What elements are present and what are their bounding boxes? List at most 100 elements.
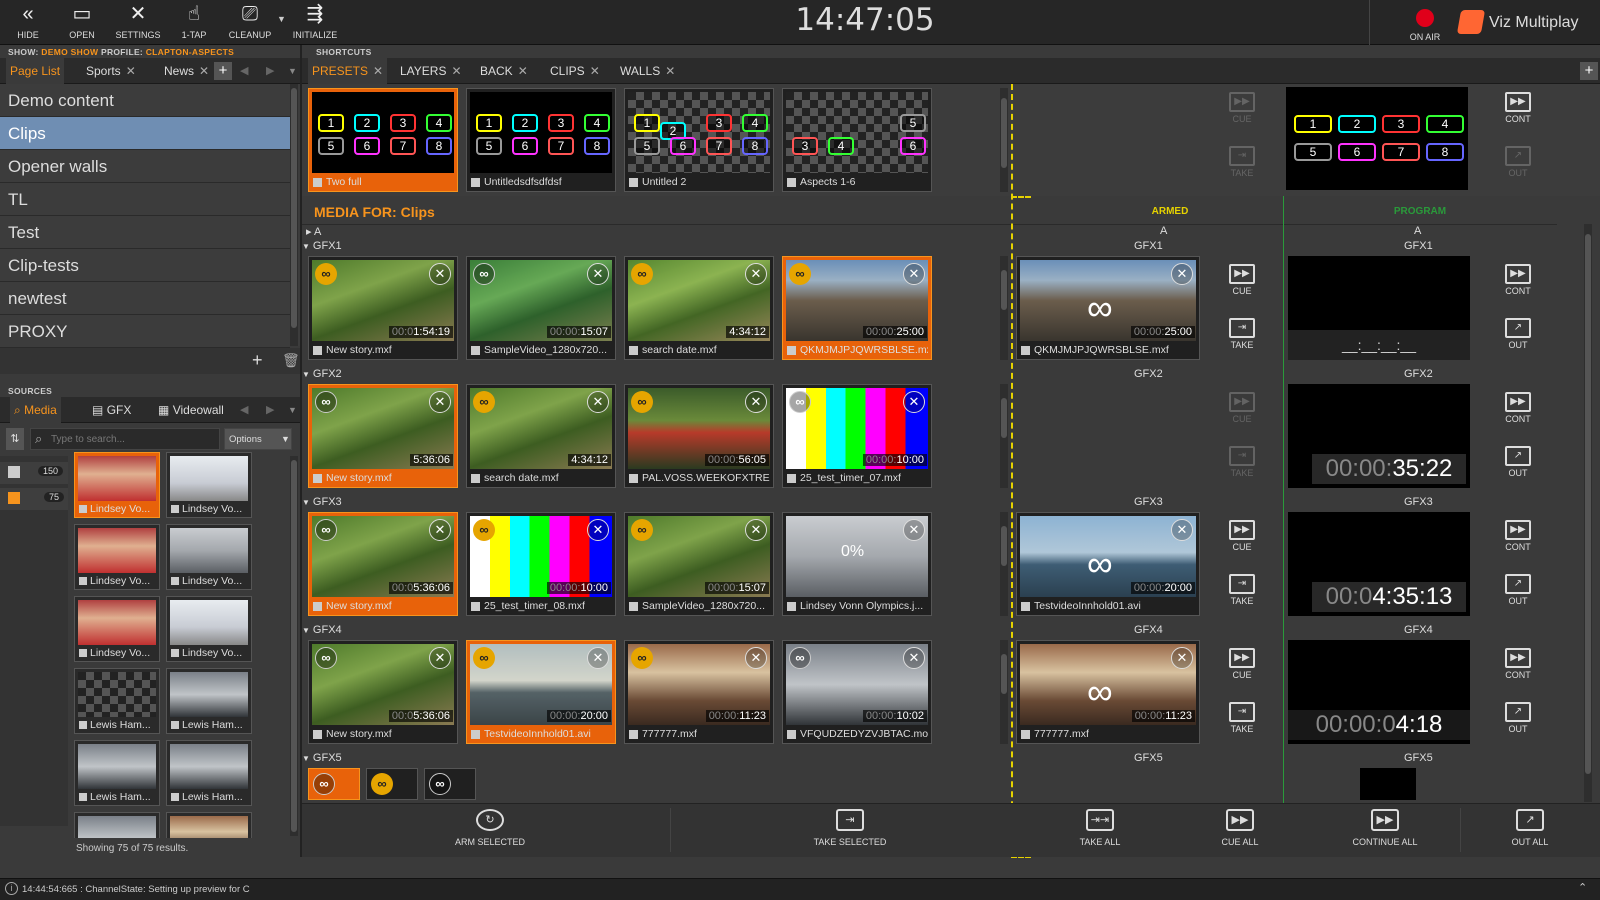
close-icon[interactable]: ✕	[126, 64, 136, 78]
one-tap-button[interactable]: ☝ 1-TAP	[166, 0, 222, 45]
clip-thumb[interactable]: ∞ ✕ 4:34:12 search date.mxf	[624, 256, 774, 360]
loop-icon[interactable]: ∞	[473, 391, 495, 413]
tab-sports[interactable]: Sports ✕	[82, 58, 140, 84]
source-item[interactable]	[74, 812, 160, 838]
continue-all-button[interactable]: ▶▶ CONTINUE ALL	[1325, 803, 1445, 857]
gfx4-take-button[interactable]: ⇥ TAKE	[1214, 702, 1270, 734]
source-item[interactable]	[166, 812, 252, 838]
add-shortcut-tab-button[interactable]: +	[1580, 62, 1598, 80]
group-header-gfx3[interactable]: ▼ GFX3 GFX3 GFX3	[302, 494, 1557, 510]
loop-icon[interactable]: ∞	[315, 391, 337, 413]
close-icon[interactable]: ✕	[451, 64, 461, 78]
clip-thumb[interactable]: ∞ ✕ 00:00:11:23 777777.mxf	[624, 640, 774, 744]
clip-thumb[interactable]: ∞ ✕ 00:00:10:00 25_test_timer_08.mxf	[466, 512, 616, 616]
tab-gfx[interactable]: ▤ GFX	[88, 397, 135, 423]
on-air-indicator[interactable]: ON AIR	[1398, 0, 1452, 45]
loop-icon[interactable]: ∞	[473, 263, 495, 285]
initialize-button[interactable]: ⇶ INITIALIZE	[287, 0, 343, 45]
preset-out-button[interactable]: ↗ OUT	[1490, 146, 1546, 178]
loop-icon[interactable]: ∞	[631, 647, 653, 669]
group-header-gfx1[interactable]: ▼ GFX1 GFX1 GFX1	[302, 238, 1557, 254]
close-icon[interactable]: ✕	[587, 391, 609, 413]
tab-page-list[interactable]: Page List	[6, 58, 65, 84]
source-item[interactable]: Lindsey Vo...	[74, 452, 160, 518]
source-item[interactable]: Lewis Ham...	[74, 668, 160, 734]
clip-thumb[interactable]: ∞ ✕ 00:01:54:19 New story.mxf	[308, 256, 458, 360]
close-icon[interactable]: ✕	[590, 64, 600, 78]
media-scrollbar[interactable]	[1584, 224, 1592, 802]
search-input[interactable]: ⌕ Type to search...	[30, 428, 220, 450]
tab-layers[interactable]: LAYERS ✕	[396, 58, 466, 84]
close-icon[interactable]: ✕	[1171, 519, 1193, 541]
close-icon[interactable]: ✕	[587, 647, 609, 669]
close-icon[interactable]: ✕	[903, 647, 925, 669]
source-item[interactable]: Lindsey Vo...	[74, 524, 160, 590]
preset-take-button[interactable]: ⇥ TAKE	[1214, 146, 1270, 178]
open-button[interactable]: ▭ OPEN	[54, 0, 110, 45]
clip-thumb[interactable]: ∞ ✕ 00:00:15:07 SampleVideo_1280x720...	[466, 256, 616, 360]
armed-clip[interactable]: ∞ ✕ 00:00:25:00 QKMJMJPJQWRSBLSE.mxf	[1016, 256, 1200, 360]
gfx1-out-button[interactable]: ↗ OUT	[1490, 318, 1546, 350]
clip-thumb[interactable]: ∞ ✕ 00:05:36:06 New story.mxf	[308, 640, 458, 744]
gfx3-cue-button[interactable]: ▶▶ CUE	[1214, 520, 1270, 552]
pagelist-item-newtest[interactable]: newtest	[0, 282, 290, 315]
close-icon[interactable]: ✕	[518, 64, 528, 78]
presets-scrollbar[interactable]	[1000, 88, 1008, 192]
armed-clip[interactable]: ∞ ✕ 00:00:11:23 777777.mxf	[1016, 640, 1200, 744]
loop-icon[interactable]: ∞	[315, 647, 337, 669]
pagelist-item-proxy[interactable]: PROXY	[0, 315, 290, 348]
gfx1-cue-button[interactable]: ▶▶ CUE	[1214, 264, 1270, 296]
arm-selected-button[interactable]: ↻ ARM SELECTED	[440, 803, 540, 857]
source-item[interactable]: Lindsey Vo...	[166, 452, 252, 518]
close-icon[interactable]: ✕	[429, 519, 451, 541]
source-item[interactable]: Lindsey Vo...	[74, 596, 160, 662]
loop-icon[interactable]: ∞	[631, 263, 653, 285]
gfx2-cont-button[interactable]: ▶▶ CONT	[1490, 392, 1546, 424]
close-icon[interactable]: ✕	[745, 391, 767, 413]
add-page-button[interactable]: +	[252, 350, 263, 371]
clip-thumb[interactable]: ∞ ✕ 5:36:06 New story.mxf	[308, 384, 458, 488]
clip-thumb[interactable]: ∞	[424, 768, 476, 800]
loop-icon[interactable]: ∞	[789, 647, 811, 669]
chevron-down-icon[interactable]: ▼	[288, 66, 297, 76]
options-select[interactable]: Options ▼	[224, 428, 292, 450]
preset-two-full[interactable]: 1 2 3 4 5 6 7 8 Two full	[308, 88, 458, 192]
gfx1-cont-button[interactable]: ▶▶ CONT	[1490, 264, 1546, 296]
source-item[interactable]: Lewis Ham...	[166, 668, 252, 734]
close-icon[interactable]: ✕	[587, 263, 609, 285]
close-icon[interactable]: ✕	[665, 64, 675, 78]
preset-aspects[interactable]: 5 3 4 6 Aspects 1-6	[782, 88, 932, 192]
scroll-left-icon[interactable]: ◀	[240, 403, 248, 416]
gfx2-cue-button[interactable]: ▶▶ CUE	[1214, 392, 1270, 424]
pagelist-scrollbar[interactable]	[290, 84, 298, 346]
source-item[interactable]: Lewis Ham...	[74, 740, 160, 806]
loop-icon[interactable]: ∞	[789, 391, 811, 413]
close-icon[interactable]: ✕	[429, 391, 451, 413]
tab-back[interactable]: BACK ✕	[476, 58, 532, 84]
pagelist-item-demo-content[interactable]: Demo content	[0, 84, 290, 117]
preset-cue-button[interactable]: ▶▶ CUE	[1214, 92, 1270, 124]
gfx2-take-button[interactable]: ⇥ TAKE	[1214, 446, 1270, 478]
gfx3-out-button[interactable]: ↗ OUT	[1490, 574, 1546, 606]
close-icon[interactable]: ✕	[903, 391, 925, 413]
close-icon[interactable]: ✕	[199, 64, 209, 78]
tab-presets[interactable]: PRESETS ✕	[308, 58, 388, 84]
tab-media[interactable]: ⌕ Media	[10, 397, 61, 423]
source-item[interactable]: Lewis Ham...	[166, 740, 252, 806]
close-icon[interactable]: ✕	[429, 263, 451, 285]
preset-cont-button[interactable]: ▶▶ CONT	[1490, 92, 1546, 124]
clip-thumb[interactable]: ∞	[308, 768, 360, 800]
loop-icon[interactable]: ∞	[473, 647, 495, 669]
source-item[interactable]: Lindsey Vo...	[166, 596, 252, 662]
loop-icon[interactable]: ∞	[315, 519, 337, 541]
clip-thumb[interactable]: ∞ ✕ 00:00:56:05 PAL.VOSS.WEEKOFXTRE...	[624, 384, 774, 488]
loop-icon[interactable]: ∞	[631, 519, 653, 541]
pagelist-item-test[interactable]: Test	[0, 216, 290, 249]
clip-thumb[interactable]: ∞ ✕ 00:00:25:00 QKMJMJPJQWRSBLSE.mxf	[782, 256, 932, 360]
filter-all[interactable]: 150	[0, 462, 68, 484]
loop-icon[interactable]: ∞	[473, 519, 495, 541]
scroll-left-icon[interactable]: ◀	[240, 64, 248, 77]
loop-icon[interactable]: ∞	[631, 391, 653, 413]
close-icon[interactable]: ✕	[373, 64, 383, 78]
loop-icon[interactable]: ∞	[371, 773, 393, 795]
